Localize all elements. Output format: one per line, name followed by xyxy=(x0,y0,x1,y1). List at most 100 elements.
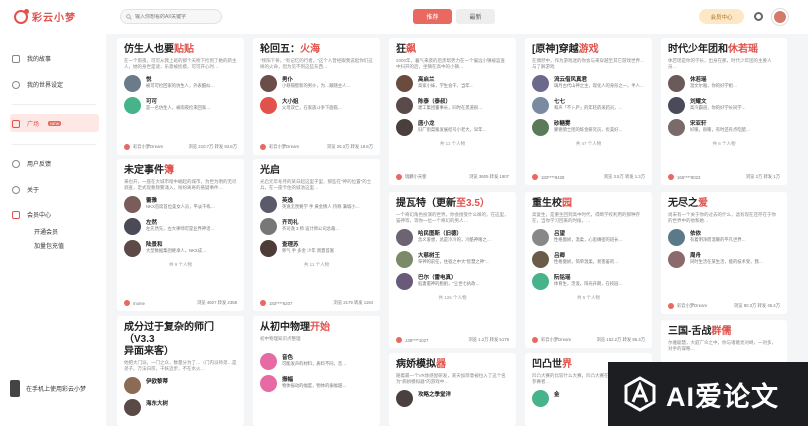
character-row[interactable]: 齐司礼 齐司逸 3 师 设计师公司总裁… xyxy=(260,218,373,235)
story-card[interactable]: 狂飙 2000年，暮气来袭的后黑帮势力在一个偏远小镇被蓝查中扫开的后，坐镇在高中的… xyxy=(389,38,516,185)
more-characters[interactable]: 共 5 个人物 xyxy=(532,295,645,301)
story-card[interactable]: 未定事件簿 来也开，一座在大城市暗中崛起的城市，为世为明的无尽调查，定式现象频繁涌… xyxy=(117,159,244,311)
card-author[interactable]: mome xyxy=(124,300,145,306)
story-card[interactable]: 成分过于复杂的师门（V3.3 异面来客） 他把大门派，一门之众，数量分为了…（门内派… xyxy=(117,316,244,426)
character-row[interactable]: 振幅 物体振动的幅度，物体的振幅越… xyxy=(260,375,373,392)
character-row[interactable]: 查理苏 师气 手 多金 少年 周蓋首富 xyxy=(260,240,373,257)
character-name: 巴尔（雷电真） xyxy=(418,275,457,281)
character-row[interactable]: 流云借风真君 璃月古代山神之主，现化人的身形之一，半人… xyxy=(532,75,645,92)
character-row[interactable]: 蕾雅 NKX首席首位美女人员，平淡干练… xyxy=(124,196,237,213)
character-row[interactable]: 大慈树王 草神的前任，住宿之中大"智慧之神"… xyxy=(396,251,509,268)
search-box[interactable] xyxy=(120,9,222,24)
card-description: 光启元年冬月的某日起这里子里，那些在"神的位置"的士兵，在一座卡住的城池这里… xyxy=(260,179,372,190)
author-avatar xyxy=(668,303,674,309)
character-row[interactable]: 吕望 性格傲娇，温柔，心思缜密的班长… xyxy=(532,229,645,246)
card-author[interactable]: 彩云小梦Dream xyxy=(124,144,163,150)
search-input[interactable] xyxy=(135,13,215,20)
card-author[interactable]: 166****8023 xyxy=(668,174,700,180)
card-author[interactable]: 彩云小梦Dream xyxy=(260,144,299,150)
more-characters[interactable]: 共 11 个人物 xyxy=(396,141,509,147)
author-name: 彩云小梦Dream xyxy=(269,144,300,149)
card-title-text: 重生校 xyxy=(532,198,562,209)
card-title-text: 三国-舌战 xyxy=(668,326,712,337)
character-row[interactable]: 周舟 同时生活在某生活，能的枝术受，我… xyxy=(668,251,780,268)
story-card[interactable]: 轮回五：火海 "残阳下骨，"有记忆的行者。"这个人曾经跟我说起你们这样的火命，因为… xyxy=(253,38,380,155)
character-avatar xyxy=(532,273,549,290)
card-author[interactable]: 彩云小梦Dream xyxy=(532,337,571,343)
story-card[interactable]: [原神]穿越游戏 在偶然中，作为游戏迷的你会与来穿越至其它游戏世界…与了解游戏 流云… xyxy=(525,38,652,185)
character-row[interactable]: 哈民图斯（旧德） 念义爱想，总是冷冷的，冷酷神眼之… xyxy=(396,229,509,246)
app-logo[interactable]: 彩云小梦 xyxy=(14,8,76,24)
more-characters[interactable]: 共 9 个人物 xyxy=(124,262,237,268)
sidebar-sub-open-membership[interactable]: 开通会员 xyxy=(34,227,58,236)
character-row[interactable]: 海东大树 xyxy=(124,399,237,416)
character-row[interactable]: 可可 是一名仿生人，被雨夜捡来回家… xyxy=(124,97,237,114)
story-card[interactable]: 光启光启元年冬月的某日起这里子里，那些在"神的位置"的士兵，在一座卡住的城池这里… xyxy=(253,159,380,311)
story-card[interactable]: 病娇模拟器 随着最一个VR体感屋研发，某天加菲意被拉入了这个名为"病娇模拟器"的游… xyxy=(389,353,516,426)
card-title-accent: 爱 xyxy=(698,198,708,209)
card-author[interactable]: 183****6207 xyxy=(260,300,292,306)
watermark-text: AI爱论文 xyxy=(666,381,779,412)
card-title-text: [原神]穿越 xyxy=(532,44,579,55)
author-avatar xyxy=(668,174,674,180)
crown-icon xyxy=(12,210,20,219)
sidebar-sub-topup[interactable]: 加量包充值 xyxy=(34,241,64,250)
character-row[interactable]: 依依 有着明净而温暖的平凡世界… xyxy=(668,229,780,246)
more-characters[interactable]: 共 11 个人物 xyxy=(260,262,373,268)
sidebar-item-member-center[interactable]: 会员中心 xyxy=(12,210,51,219)
character-row[interactable]: 英逸 英逸无畏要学 手 黄金情人 持称 满城小… xyxy=(260,196,373,213)
mobile-app-banner[interactable]: 在手机上使用彩云小梦 xyxy=(10,375,98,401)
card-author[interactable]: 183****9428 xyxy=(532,174,564,180)
character-row[interactable]: 刘耀文 高冷霸道，你的好学长同学… xyxy=(668,97,780,114)
card-title-accent: 器 xyxy=(436,359,446,370)
character-name: 阮铭瑶 xyxy=(554,275,571,281)
character-row[interactable]: 高启兰 高家小妹，学生会干，当年… xyxy=(396,75,509,92)
card-author[interactable]: 彩云小梦Dream xyxy=(668,303,707,309)
member-center-button[interactable]: 会员中心 xyxy=(699,9,744,24)
character-row[interactable]: 砂糖雾 蒙德骑士团的炼金研究员，优美好… xyxy=(532,119,645,136)
tab-recommended[interactable]: 推荐 xyxy=(413,9,452,24)
more-characters[interactable]: 共 126 个人物 xyxy=(396,295,509,301)
character-row[interactable]: 巴尔（雷电真） 稻妻雷神的胞姐，"尘世七执政… xyxy=(396,273,509,290)
story-card[interactable]: 时代少年团和休若瑶 休若瑶是你的学长，出身在那，时代少年团的主要人员… 休若瑶 温文尔… xyxy=(661,38,787,185)
card-author[interactable]: 瑞麟小天使 xyxy=(396,174,426,180)
theme-toggle-icon[interactable] xyxy=(754,12,763,21)
sidebar-item-plaza[interactable]: 广场 NEW xyxy=(12,119,62,128)
sidebar-item-my-stories[interactable]: 我的故事 xyxy=(12,54,51,63)
character-row[interactable]: 男仆 小巷隔壁新的男仆，为…跟随主人… xyxy=(260,75,373,92)
character-avatar xyxy=(396,97,413,114)
character-row[interactable]: 唐小龙 旧厂街菜贩发展结号小老大，早年… xyxy=(396,119,509,136)
character-row[interactable]: 七七 和声「不卜庐」的年轻药采药员，… xyxy=(532,97,645,114)
story-card[interactable]: 提瓦特（更新至3.5） 一个奇幻角色扮演的世界，你会接受什么样的，在这里，猫神等，… xyxy=(389,192,516,348)
character-row[interactable]: 陈泰（泰叔） 建工集团董事长，同时在黑道很… xyxy=(396,97,509,114)
character-row[interactable]: 吕卿 性格傲娇，简单温柔，易害羞的… xyxy=(532,251,645,268)
more-characters[interactable]: 共 6 个人物 xyxy=(668,141,780,147)
story-card[interactable]: 重生校园 高复生，是重生回到高中时代，得畸学校利用的那种存在，当你学习回来的时候，… xyxy=(525,192,652,348)
sidebar-item-world-settings[interactable]: 我的世界设定 xyxy=(12,80,63,89)
character-row[interactable]: 悦被可可捡回家的仿生人，外表酷似… xyxy=(124,75,237,92)
user-avatar[interactable] xyxy=(772,9,788,25)
character-row[interactable]: 陆景和 大型数据集团继承人，NKX成… xyxy=(124,240,237,257)
card-title-accent: 簿 xyxy=(164,165,174,176)
character-row[interactable]: 大小姐 父母双亡，在家族斗争下面临… xyxy=(260,97,373,114)
character-name: 哈民图斯（旧德） xyxy=(418,231,463,237)
card-title-text: 光启 xyxy=(260,165,280,176)
character-row[interactable]: 休若瑶 温文尔雅，你的好学姐… xyxy=(668,75,780,92)
story-card[interactable]: 从初中物理开始 初中物理知识点整理 音色 可能发声的材料，质料不同，音… 振幅 物体振动的… xyxy=(253,316,380,426)
character-row[interactable]: 宋亚轩 好暖，很暖，有时还有点吃醋… xyxy=(668,119,780,136)
character-row[interactable]: 攻略之季堂洋 xyxy=(396,390,509,407)
character-row[interactable]: 音色 可能发声的材料，质料不同，音… xyxy=(260,353,373,370)
more-characters[interactable]: 共 47 个人物 xyxy=(532,141,645,147)
character-row[interactable]: 伊欧黎蒂 xyxy=(124,377,237,394)
plaza-icon xyxy=(12,119,20,128)
card-author[interactable]: 138****1027 xyxy=(396,337,428,343)
story-card[interactable]: 仿生人也要贴贴 在一个雨夜，可可从我上班的那个天桥下捡到了她的新主人，她的身世是谜… xyxy=(117,38,244,155)
character-name: 砂糖雾 xyxy=(554,121,571,127)
sidebar-item-feedback[interactable]: 用户反馈 xyxy=(12,159,51,168)
tab-latest[interactable]: 最新 xyxy=(456,9,495,24)
sidebar-item-about[interactable]: 关于 xyxy=(12,185,39,194)
story-card[interactable]: 无尽之爱 尚未有一个关于你的过去的什么，滤有现在还存在于你的世界中的他和她… 依依有… xyxy=(661,192,787,314)
character-row[interactable]: 阮铭瑶 体育生，活泼，阳光开朗，在校园… xyxy=(532,273,645,290)
character-desc: 蒙德骑士团的炼金研究员，优美好… xyxy=(554,127,623,132)
character-row[interactable]: 左然 左先然先，左大律师可是业界神话… xyxy=(124,218,237,235)
